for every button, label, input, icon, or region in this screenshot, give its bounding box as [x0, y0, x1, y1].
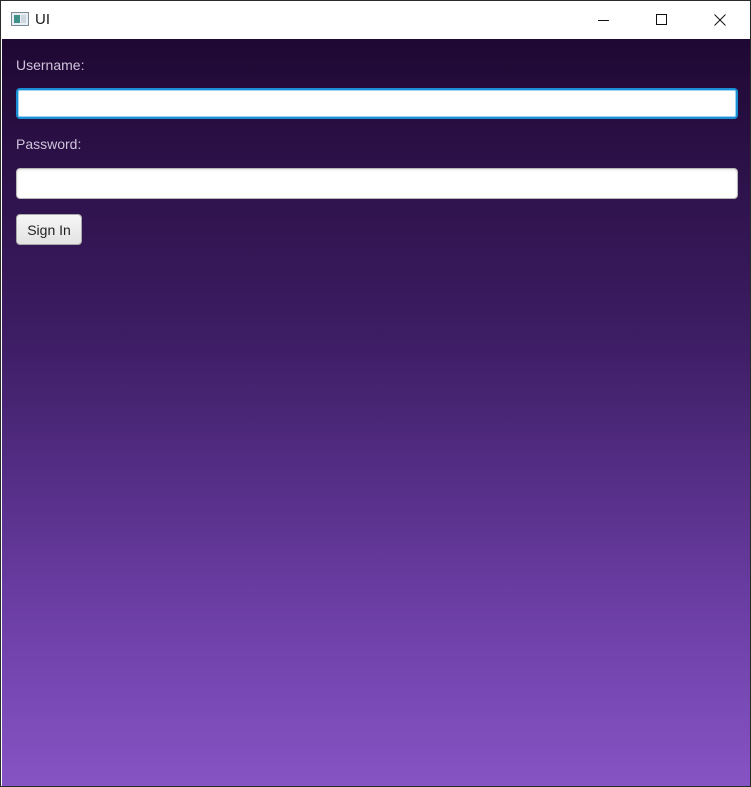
password-input[interactable]	[16, 168, 738, 199]
app-window: UI Username: Password: Sign In	[0, 0, 751, 787]
password-label: Password:	[16, 136, 82, 152]
title-bar[interactable]: UI	[1, 1, 750, 38]
app-window-icon	[11, 12, 29, 26]
minimize-button[interactable]	[575, 1, 633, 38]
window-title: UI	[35, 11, 50, 28]
close-button[interactable]	[691, 1, 749, 38]
minimize-icon	[598, 19, 609, 21]
login-panel: Username: Password: Sign In	[2, 39, 750, 786]
sign-in-button[interactable]: Sign In	[16, 214, 82, 245]
username-label: Username:	[16, 57, 85, 73]
close-icon	[714, 13, 726, 26]
maximize-button[interactable]	[633, 1, 691, 38]
maximize-icon	[656, 13, 667, 25]
username-input[interactable]	[16, 88, 738, 119]
